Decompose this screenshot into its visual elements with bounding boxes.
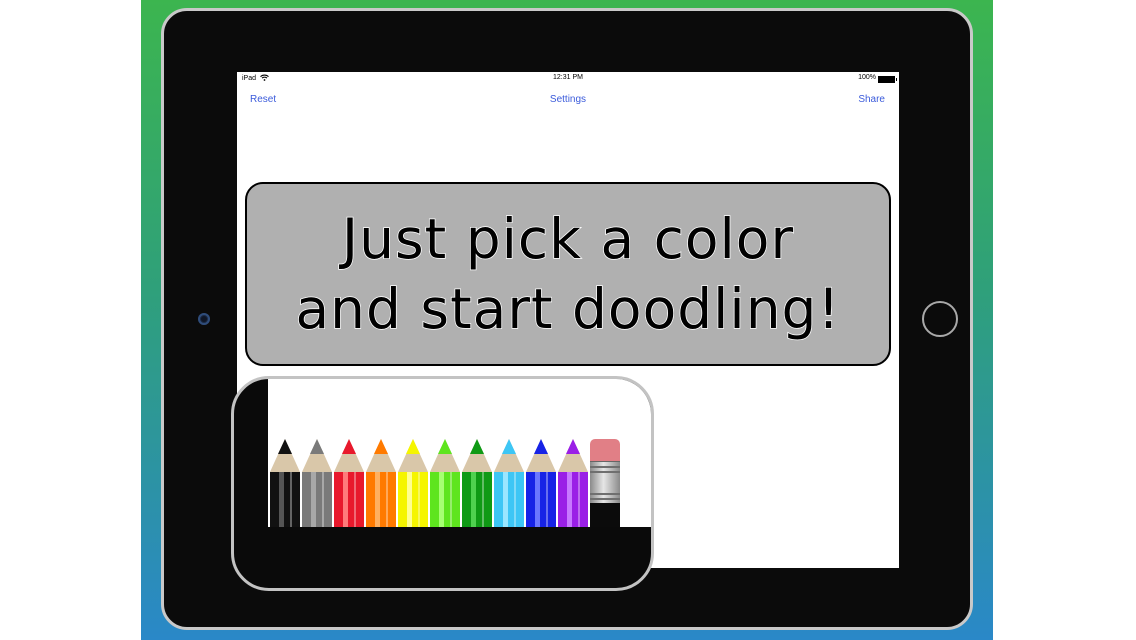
pencil-lead <box>342 439 356 454</box>
pencil-body <box>270 472 300 527</box>
pencil-body <box>558 472 588 527</box>
pencil-highlight <box>546 472 548 527</box>
pencil-body <box>526 472 556 527</box>
pencil-lead <box>502 439 516 454</box>
pencil-highlight <box>407 472 412 527</box>
battery-icon <box>878 76 897 83</box>
pencil-body <box>494 472 524 527</box>
pencil-orange[interactable] <box>366 439 396 527</box>
pencil-lead <box>534 439 548 454</box>
pencil-highlight <box>343 472 348 527</box>
promo-text: Just pick a color and start doodling! <box>295 204 841 344</box>
pencil-highlight <box>450 472 452 527</box>
pencil-body <box>398 472 428 527</box>
pencil-tray <box>268 379 651 527</box>
pencil-green[interactable] <box>462 439 492 527</box>
share-button[interactable]: Share <box>858 94 885 105</box>
front-camera <box>198 313 210 325</box>
pencil-highlight <box>567 472 572 527</box>
pencil-gray[interactable] <box>302 439 332 527</box>
pencil-lead <box>406 439 420 454</box>
eraser[interactable] <box>590 439 620 527</box>
pencil-body <box>302 472 332 527</box>
eraser-ferrule <box>590 461 620 505</box>
pencil-highlight <box>311 472 316 527</box>
pencil-highlight <box>482 472 484 527</box>
pencil-lead <box>278 439 292 454</box>
pencil-highlight <box>386 472 388 527</box>
pencil-lead <box>470 439 484 454</box>
pencil-highlight <box>514 472 516 527</box>
promo-banner: Just pick a color and start doodling! <box>245 182 891 366</box>
pencil-yellow[interactable] <box>398 439 428 527</box>
ferrule-ring <box>590 471 620 473</box>
battery-percent: 100% <box>858 74 876 81</box>
pencil-lead <box>438 439 452 454</box>
promo-line-1: Just pick a color <box>341 206 795 272</box>
pencil-lead <box>566 439 580 454</box>
pencil-highlight <box>439 472 444 527</box>
pencil-body <box>430 472 460 527</box>
ferrule-ring <box>590 466 620 468</box>
pencil-blue[interactable] <box>526 439 556 527</box>
status-bar: iPad 12:31 PM 100% <box>237 72 899 86</box>
settings-button-wrap: Settings <box>237 94 899 105</box>
pencil-highlight <box>418 472 420 527</box>
pencil-highlight <box>290 472 292 527</box>
pencil-highlight <box>354 472 356 527</box>
promo-line-2: and start doodling! <box>295 276 841 342</box>
status-time: 12:31 PM <box>553 74 583 81</box>
ferrule-ring <box>590 493 620 495</box>
pencil-lead <box>310 439 324 454</box>
pencil-highlight <box>279 472 284 527</box>
color-picker-zoom <box>231 376 654 591</box>
pencil-black[interactable] <box>270 439 300 527</box>
reset-button[interactable]: Reset <box>250 94 276 105</box>
pencil-body <box>462 472 492 527</box>
pencil-purple[interactable] <box>558 439 588 527</box>
settings-button[interactable]: Settings <box>550 94 586 105</box>
pencil-highlight <box>503 472 508 527</box>
pencil-light-green[interactable] <box>430 439 460 527</box>
pencil-lead <box>374 439 388 454</box>
pencil-highlight <box>375 472 380 527</box>
eraser-body <box>590 503 620 527</box>
pencil-light-blue[interactable] <box>494 439 524 527</box>
ferrule-ring <box>590 498 620 500</box>
eraser-rubber <box>590 439 620 461</box>
pencil-highlight <box>578 472 580 527</box>
pencil-body <box>366 472 396 527</box>
pencil-highlight <box>471 472 476 527</box>
pencil-highlight <box>322 472 324 527</box>
pencil-highlight <box>535 472 540 527</box>
home-button[interactable] <box>922 301 958 337</box>
pencil-red[interactable] <box>334 439 364 527</box>
pencil-body <box>334 472 364 527</box>
